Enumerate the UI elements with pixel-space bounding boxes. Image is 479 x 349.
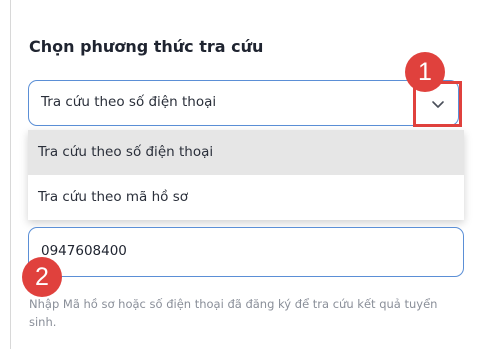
lookup-input-field[interactable]: 0947608400 bbox=[28, 227, 464, 277]
lookup-method-select[interactable]: Tra cứu theo số điện thoại bbox=[28, 80, 459, 126]
section-title: Chọn phương thức tra cứu bbox=[29, 37, 264, 56]
left-divider bbox=[10, 0, 11, 349]
select-current-value: Tra cứu theo số điện thoại bbox=[41, 94, 217, 110]
lookup-form-page: Chọn phương thức tra cứu Tra cứu theo số… bbox=[0, 0, 479, 349]
dropdown-option-record-code[interactable]: Tra cứu theo mã hồ sơ bbox=[28, 175, 464, 220]
helper-text: Nhập Mã hồ sơ hoặc số điện thoại đã đăng… bbox=[29, 297, 438, 329]
dropdown-option-phone[interactable]: Tra cứu theo số điện thoại bbox=[28, 130, 464, 175]
annotation-badge-2: 2 bbox=[22, 257, 62, 297]
lookup-input-value: 0947608400 bbox=[41, 243, 127, 259]
annotation-badge-1: 1 bbox=[405, 52, 445, 92]
lookup-method-dropdown: Tra cứu theo số điện thoại Tra cứu theo … bbox=[28, 130, 464, 220]
